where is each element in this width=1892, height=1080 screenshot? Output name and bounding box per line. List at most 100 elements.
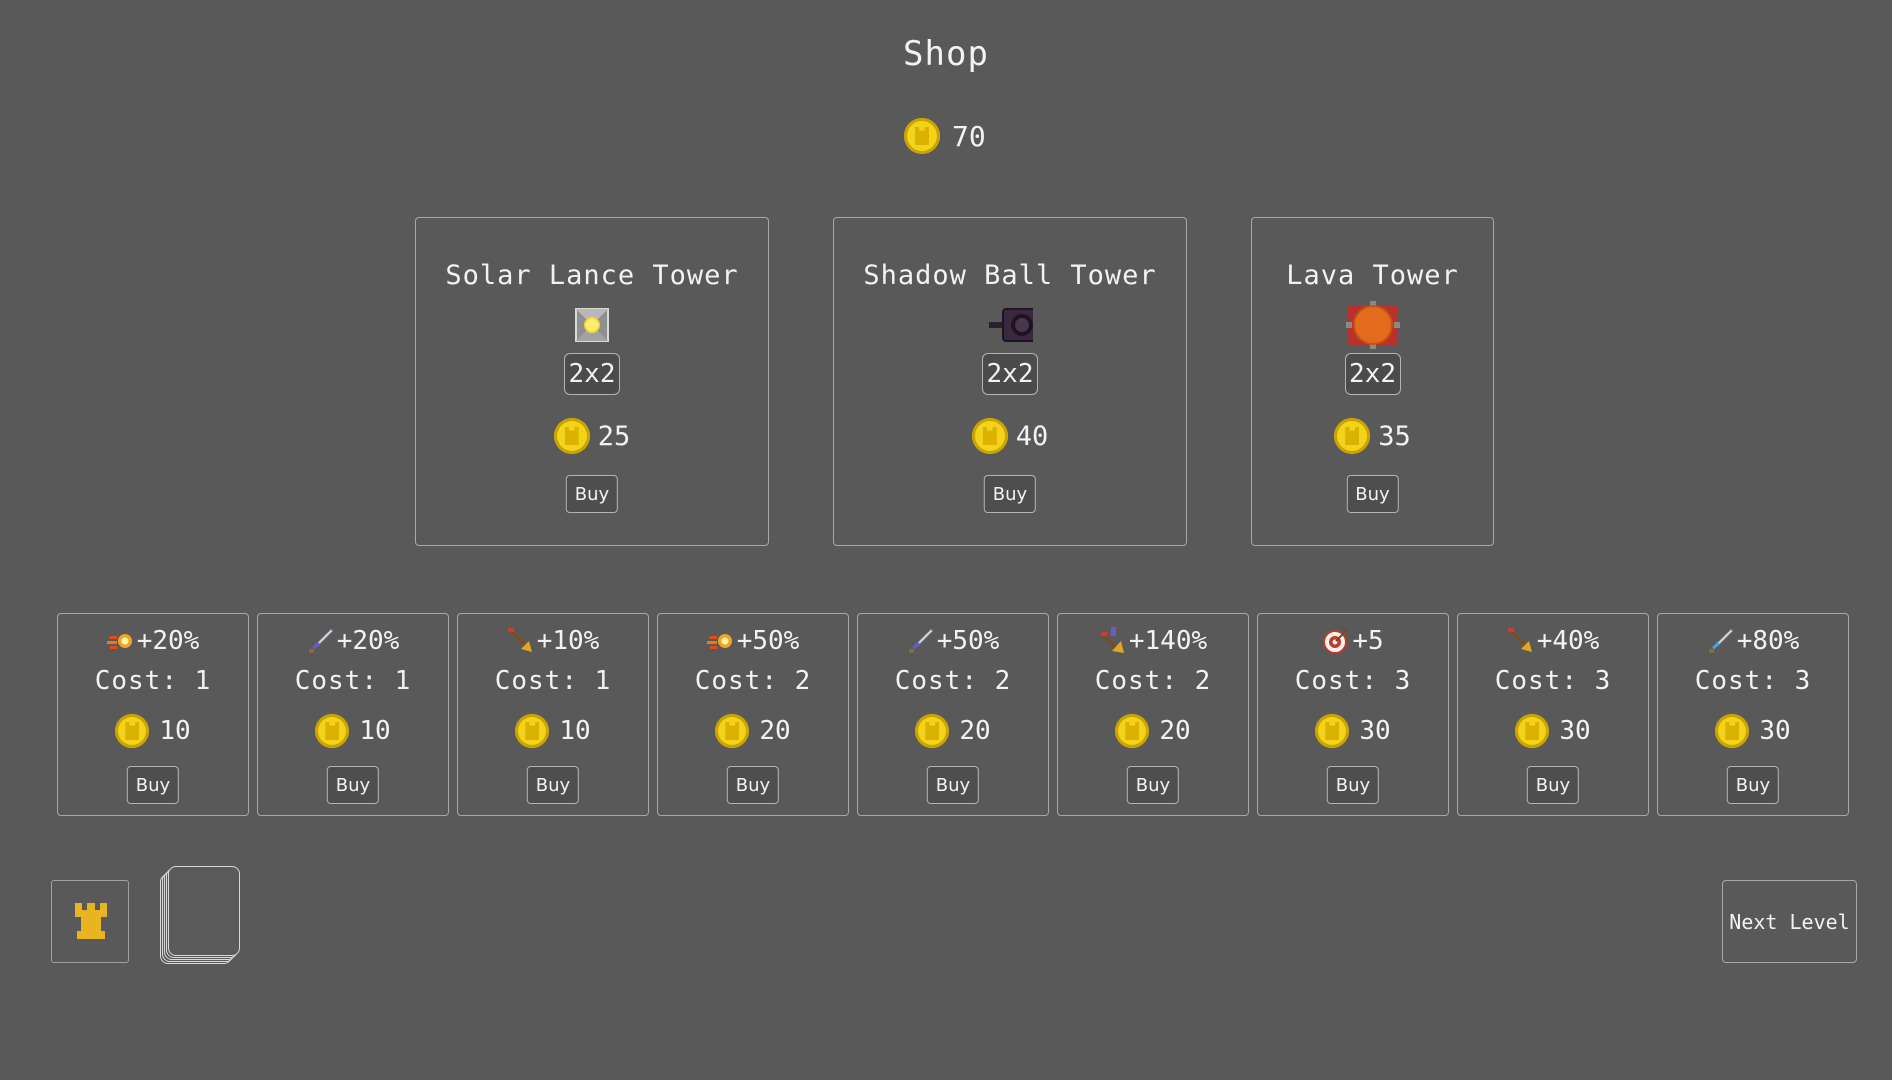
upgrade-card: +50% Cost: 2 20 Buy: [657, 613, 849, 816]
upgrade-effect: +50%: [858, 626, 1048, 656]
sword-icon: [908, 628, 934, 653]
tower-size-badge: 2x2: [982, 353, 1038, 395]
gold-coin-icon: [915, 714, 950, 748]
gold-coin-icon: [1334, 418, 1371, 454]
arrow-icon: [1507, 628, 1532, 652]
upgrade-card: +40% Cost: 3 30 Buy: [1457, 613, 1649, 816]
buy-upgrade-button[interactable]: Buy: [126, 766, 180, 804]
tower-card-solar-lance: Solar Lance Tower 2x2 25 Buy: [415, 217, 769, 546]
upgrade-price: 10: [58, 714, 248, 748]
upgrade-effect: +20%: [258, 626, 448, 656]
shadow-ball-tower-icon: [989, 308, 1033, 342]
tower-size-badge: 2x2: [1344, 353, 1401, 395]
upgrade-price: 20: [1058, 714, 1248, 748]
upgrade-effect-value: +50%: [736, 626, 800, 656]
upgrade-card: +140% Cost: 2 20 Buy: [1057, 613, 1249, 816]
tower-price: 25: [416, 418, 768, 454]
tower-card-shadow-ball: Shadow Ball Tower 2x2 40 Buy: [833, 217, 1187, 546]
lava-tower-icon: [1345, 301, 1400, 349]
upgrade-price: 20: [858, 714, 1048, 748]
upgrade-price: 30: [1458, 714, 1648, 748]
upgrade-price: 30: [1658, 714, 1848, 748]
upgrade-price-value: 30: [1559, 716, 1591, 746]
upgrade-effect-value: +10%: [536, 626, 600, 656]
upgrade-cost: Cost: 1: [94, 666, 212, 696]
buy-upgrade-button[interactable]: Buy: [1526, 766, 1580, 804]
gold-amount: 70: [952, 119, 986, 153]
tower-price: 35: [1252, 418, 1493, 454]
upgrade-cost: Cost: 2: [894, 666, 1012, 696]
gold-coin-icon: [1715, 714, 1750, 748]
upgrade-cost: Cost: 1: [494, 666, 612, 696]
upgrade-cost: Cost: 1: [294, 666, 412, 696]
upgrade-effect: +5: [1258, 626, 1448, 656]
buy-tower-button[interactable]: Buy: [983, 475, 1037, 513]
upgrade-price: 30: [1258, 714, 1448, 748]
buy-tower-button[interactable]: Buy: [565, 475, 619, 513]
upgrade-effect-value: +40%: [1536, 626, 1600, 656]
upgrade-effect: +50%: [658, 626, 848, 656]
fireball-icon: [706, 634, 732, 649]
upgrade-price: 10: [458, 714, 648, 748]
upgrade-cost: Cost: 3: [1294, 666, 1412, 696]
upgrade-price-value: 10: [359, 716, 391, 746]
upgrade-price-value: 20: [759, 716, 791, 746]
upgrade-price: 10: [258, 714, 448, 748]
gold-coin-icon: [553, 418, 590, 454]
upgrade-card: +20% Cost: 1 10 Buy: [57, 613, 249, 816]
gold-coin-icon: [315, 714, 350, 748]
gold-coin-icon: [971, 418, 1008, 454]
buy-upgrade-button[interactable]: Buy: [1126, 766, 1180, 804]
tower-price-value: 40: [1015, 420, 1049, 452]
gold-coin-icon: [904, 118, 940, 154]
upgrade-effect-value: +5: [1352, 626, 1384, 656]
upgrade-card: +80% Cost: 3 30 Buy: [1657, 613, 1849, 816]
tower-size-badge: 2x2: [564, 353, 620, 395]
upgrade-cost: Cost: 2: [1094, 666, 1212, 696]
buy-upgrade-button[interactable]: Buy: [326, 766, 380, 804]
solar-lance-tower-icon: [575, 308, 609, 342]
upgrade-effect-value: +80%: [1736, 626, 1800, 656]
upgrade-effect: +40%: [1458, 626, 1648, 656]
sword-icon: [1708, 628, 1734, 653]
tower-name: Shadow Ball Tower: [863, 260, 1157, 291]
fireball-icon: [106, 634, 132, 649]
upgrade-effect: +140%: [1058, 626, 1248, 656]
upgrade-cost: Cost: 2: [694, 666, 812, 696]
upgrade-effect: +10%: [458, 626, 648, 656]
shop-title: Shop: [903, 34, 989, 74]
gold-coin-icon: [715, 714, 750, 748]
card-deck-button[interactable]: [160, 866, 240, 966]
buy-upgrade-button[interactable]: Buy: [726, 766, 780, 804]
upgrade-card: +5 Cost: 3 30 Buy: [1257, 613, 1449, 816]
buy-upgrade-button[interactable]: Buy: [1726, 766, 1780, 804]
sword-icon: [308, 628, 334, 653]
gold-display: 70: [904, 112, 986, 160]
arrow-icon: [507, 628, 532, 652]
upgrade-price-value: 10: [159, 716, 191, 746]
tower-price: 40: [834, 418, 1186, 454]
upgrade-card: +10% Cost: 1 10 Buy: [457, 613, 649, 816]
next-level-button[interactable]: Next Level: [1722, 880, 1857, 963]
tower-inventory-button[interactable]: [51, 880, 129, 963]
upgrade-effect: +80%: [1658, 626, 1848, 656]
upgrade-price-value: 30: [1759, 716, 1791, 746]
buy-upgrade-button[interactable]: Buy: [926, 766, 980, 804]
card-deck-icon: [168, 866, 240, 956]
gold-coin-icon: [1315, 714, 1350, 748]
tower-name: Lava Tower: [1286, 260, 1459, 291]
upgrade-effect-value: +140%: [1128, 626, 1208, 656]
upgrade-price-value: 20: [959, 716, 991, 746]
buy-upgrade-button[interactable]: Buy: [1326, 766, 1380, 804]
tower-price-value: 35: [1378, 420, 1411, 452]
gold-coin-icon: [115, 714, 150, 748]
upgrade-card: +50% Cost: 2 20 Buy: [857, 613, 1049, 816]
upgrade-cost: Cost: 3: [1494, 666, 1612, 696]
upgrade-price-value: 10: [559, 716, 591, 746]
upgrade-card: +20% Cost: 1 10 Buy: [257, 613, 449, 816]
crossbow-icon: [1100, 627, 1124, 653]
tower-card-lava: Lava Tower 2x2 35 Buy: [1251, 217, 1494, 546]
buy-tower-button[interactable]: Buy: [1346, 475, 1399, 513]
buy-upgrade-button[interactable]: Buy: [526, 766, 580, 804]
upgrade-effect-value: +50%: [936, 626, 1000, 656]
